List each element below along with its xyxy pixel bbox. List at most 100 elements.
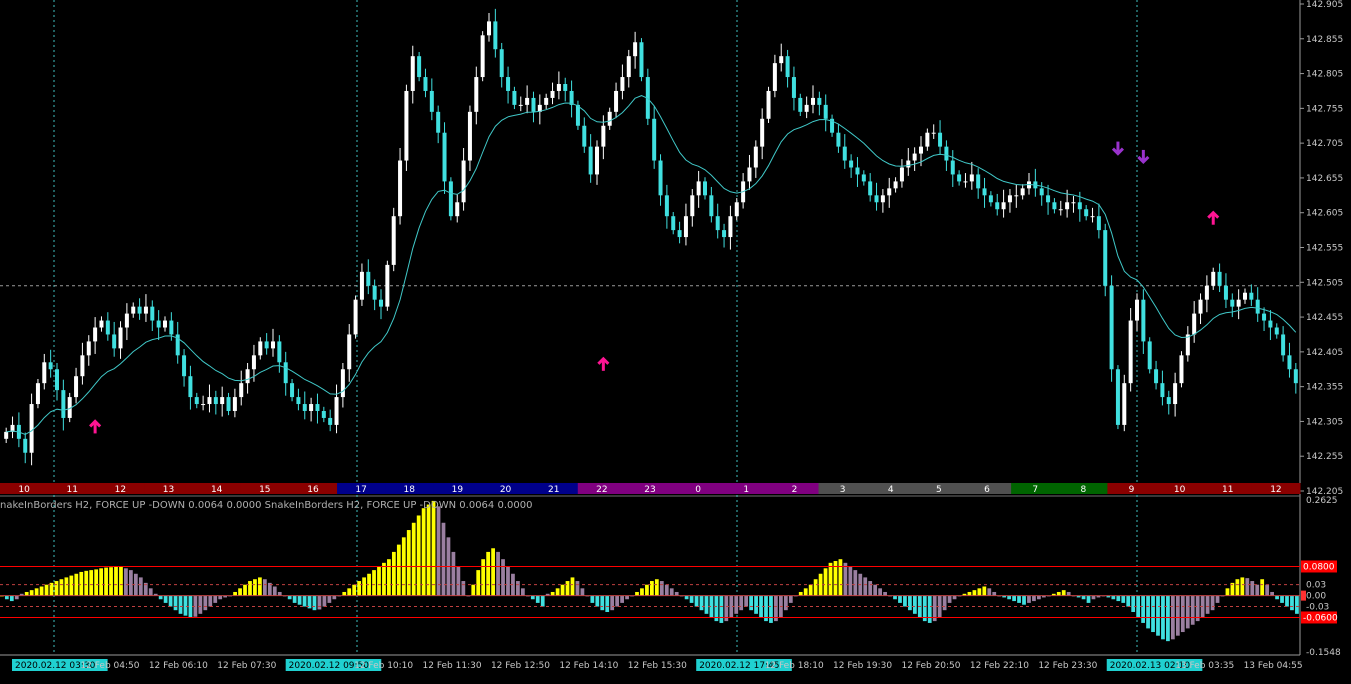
price-tick-label: 142.355 xyxy=(1306,383,1343,393)
sub-tick-label: 0.00 xyxy=(1306,592,1326,602)
candle-body xyxy=(1166,397,1171,405)
hour-bar-label: 16 xyxy=(307,485,319,495)
histogram-bar xyxy=(580,588,585,596)
price-tick-label: 142.855 xyxy=(1306,35,1343,45)
histogram-bar xyxy=(1166,595,1170,642)
histogram-bar xyxy=(1056,591,1061,596)
histogram-bar xyxy=(501,559,505,596)
candle-body xyxy=(531,97,536,112)
candle-body xyxy=(1135,299,1139,321)
histogram-bar xyxy=(942,595,947,611)
candle-body xyxy=(105,320,110,335)
candle-body xyxy=(563,84,568,91)
candle-body xyxy=(544,97,549,105)
histogram-bar xyxy=(987,588,992,596)
candle-body xyxy=(499,49,504,78)
candle-body xyxy=(709,195,714,217)
histogram-bar xyxy=(431,500,436,596)
candle-body xyxy=(436,111,441,133)
histogram-bar xyxy=(129,570,133,596)
candle-body xyxy=(480,35,485,78)
candle-body xyxy=(1115,369,1120,425)
candle-body xyxy=(366,271,371,286)
candle-body xyxy=(35,383,40,405)
time-tick-label: 12 Feb 07:30 xyxy=(217,661,276,671)
histogram-bar xyxy=(610,595,615,611)
candle-body xyxy=(728,216,733,238)
histogram-bar xyxy=(1037,595,1041,600)
candle-body xyxy=(1039,188,1044,196)
candle-body xyxy=(506,77,511,91)
histogram-bar xyxy=(908,595,912,611)
histogram-bar xyxy=(302,595,307,607)
histogram-bar xyxy=(64,577,69,596)
candle-body xyxy=(671,216,676,231)
candle-body xyxy=(1141,299,1146,342)
candle-body xyxy=(61,390,66,418)
histogram-bar xyxy=(818,573,823,596)
histogram-bar xyxy=(699,595,704,611)
candle-body xyxy=(334,397,339,425)
histogram-bar xyxy=(669,588,674,596)
time-tick-label: 12 Feb 18:10 xyxy=(765,661,824,671)
candle-body xyxy=(861,174,866,182)
candle-body xyxy=(1058,209,1063,211)
histogram-bar xyxy=(109,567,113,596)
candle-body xyxy=(302,404,307,411)
candle-body xyxy=(467,111,472,161)
time-tick-label: 12 Feb 22:10 xyxy=(970,661,1029,671)
candle-body xyxy=(842,146,847,161)
candle-body xyxy=(455,202,460,217)
histogram-bar xyxy=(456,566,461,596)
candle-body xyxy=(1217,271,1222,286)
candle-body xyxy=(1274,327,1279,335)
histogram-bar xyxy=(1131,595,1136,613)
candle-body xyxy=(658,160,663,196)
histogram-bar xyxy=(198,595,203,614)
candle-body xyxy=(950,160,955,175)
candle-body xyxy=(232,397,237,411)
candle-body xyxy=(448,181,453,217)
price-tick-label: 142.305 xyxy=(1306,417,1343,427)
histogram-bar xyxy=(1295,595,1299,614)
candle-body xyxy=(817,97,822,105)
candle-body xyxy=(271,341,275,349)
histogram-bar xyxy=(1205,595,1210,614)
candle-body xyxy=(264,341,269,349)
candle-body xyxy=(734,202,739,217)
candle-body xyxy=(893,181,898,189)
price-tick-label: 142.705 xyxy=(1306,139,1343,149)
candle-body xyxy=(982,188,987,196)
histogram-bar xyxy=(1111,595,1116,600)
candle-body xyxy=(614,90,619,112)
hour-bar-label: 7 xyxy=(1032,485,1038,495)
histogram-bar xyxy=(426,504,431,596)
candle-body xyxy=(1065,202,1070,210)
candle-body xyxy=(1262,313,1267,321)
chart-canvas[interactable]: 142.905 142.855 142.805 142.755 142.705 142.6… xyxy=(0,0,1351,680)
price-tick-label: 142.655 xyxy=(1306,174,1343,184)
candle-body xyxy=(277,341,282,363)
candle-body xyxy=(601,125,606,147)
histogram-bar xyxy=(1245,578,1250,596)
histogram-bar xyxy=(272,586,277,596)
candle-body xyxy=(385,264,390,307)
candle-body xyxy=(429,90,434,112)
histogram-bar xyxy=(575,581,580,596)
candle-body xyxy=(696,181,701,196)
candle-body xyxy=(137,306,142,314)
histogram-bar xyxy=(1141,595,1145,623)
histogram-bar xyxy=(1270,591,1274,596)
candle-body xyxy=(1192,313,1197,335)
histogram-bar xyxy=(148,588,153,596)
histogram-bar xyxy=(377,566,381,596)
histogram-bar xyxy=(357,581,362,596)
histogram-bar xyxy=(744,595,749,607)
candle-body xyxy=(1230,299,1235,307)
candle-body xyxy=(1071,202,1076,204)
histogram-bar xyxy=(1255,584,1260,596)
histogram-bar xyxy=(1265,584,1270,596)
histogram-bar xyxy=(1240,577,1245,596)
histogram-bar xyxy=(1086,595,1091,603)
candle-body xyxy=(188,376,193,398)
